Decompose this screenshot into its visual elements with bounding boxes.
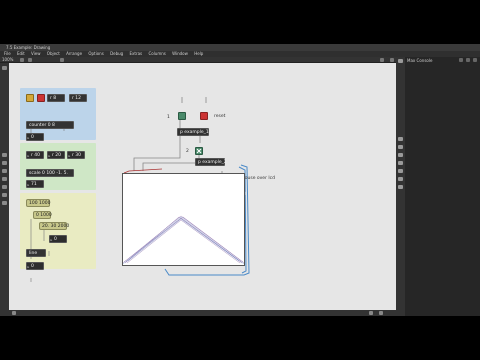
number-icon[interactable] xyxy=(2,193,7,197)
help-icon[interactable] xyxy=(398,145,403,149)
message-100-1000[interactable]: 100 1000 xyxy=(26,199,50,207)
menu-help[interactable]: Help xyxy=(194,51,203,56)
number-r30[interactable]: r 30 xyxy=(67,151,85,160)
filter-icon[interactable] xyxy=(466,58,470,62)
reset-button[interactable] xyxy=(200,112,208,120)
toggle-1[interactable] xyxy=(178,112,186,120)
menu-extras[interactable]: Extras xyxy=(130,51,143,56)
clue-icon[interactable] xyxy=(398,161,403,165)
menu-window[interactable]: Window xyxy=(172,51,188,56)
debug-icon[interactable] xyxy=(398,177,403,181)
message-0-1000[interactable]: 0 1000 xyxy=(33,211,52,219)
message-20-30-2000[interactable]: 20. 30 2000 xyxy=(39,222,69,230)
bang-red[interactable] xyxy=(37,94,45,102)
console-panel: Max Console xyxy=(405,57,480,316)
menu-edit[interactable]: Edit xyxy=(17,51,25,56)
toggle-label-2: 2 xyxy=(186,149,189,154)
console-icon[interactable] xyxy=(398,153,403,157)
slider-icon[interactable] xyxy=(2,201,7,205)
line-number[interactable]: 0 xyxy=(49,235,67,244)
counter-object[interactable]: counter 0 8 xyxy=(26,121,74,129)
close-panel-icon[interactable] xyxy=(473,58,477,62)
p-example-1[interactable]: p example_1 xyxy=(177,128,209,136)
lcd-drawing xyxy=(122,215,245,265)
lock-status-icon[interactable] xyxy=(12,311,16,315)
grid-status-icon[interactable] xyxy=(369,311,373,315)
reset-label: reset xyxy=(214,114,226,119)
info-icon[interactable] xyxy=(398,137,403,141)
search-panel-icon[interactable] xyxy=(398,169,403,173)
menu-arrange[interactable]: Arrange xyxy=(66,51,82,56)
p-example-2[interactable]: p example_2 xyxy=(195,158,227,166)
presentation-icon[interactable] xyxy=(28,58,32,62)
toggle-icon[interactable] xyxy=(2,185,7,189)
scale-object[interactable]: scale 0 100 -1. 5. xyxy=(26,169,74,177)
snap-status-icon[interactable] xyxy=(379,311,383,315)
grid-icon[interactable] xyxy=(60,58,64,62)
menu-columns[interactable]: Columns xyxy=(148,51,165,56)
menu-file[interactable]: File xyxy=(4,51,11,56)
sidebar-toggle-icon[interactable] xyxy=(390,58,394,62)
window-titlebar: 7.5 Example: Drawing xyxy=(0,44,480,51)
menu-view[interactable]: View xyxy=(31,51,41,56)
patcher-canvas[interactable]: 1 reset p example_1 2 p example_2 3 Drag… xyxy=(9,63,396,310)
console-header: Max Console xyxy=(407,58,433,63)
line-object[interactable]: line xyxy=(26,249,46,257)
max-window: 7.5 Example: Drawing File Edit View Obje… xyxy=(0,44,480,316)
menu-options[interactable]: Options xyxy=(88,51,103,56)
lock-tool-icon[interactable] xyxy=(2,66,7,70)
lcd-display[interactable] xyxy=(122,173,245,266)
line-output-number[interactable]: 0 xyxy=(26,262,44,271)
bang-yellow[interactable] xyxy=(26,94,34,102)
inspector-icon[interactable] xyxy=(398,185,403,189)
number-r20[interactable]: r 20 xyxy=(47,151,65,160)
new-message-icon[interactable] xyxy=(2,161,7,165)
menu-debug[interactable]: Debug xyxy=(110,51,123,56)
number-r40[interactable]: r 40 xyxy=(26,151,44,160)
lock-icon[interactable] xyxy=(20,58,24,62)
button-icon[interactable] xyxy=(2,177,7,181)
sidebar-icon[interactable] xyxy=(398,59,403,63)
search-icon[interactable] xyxy=(380,58,384,62)
menu-object[interactable]: Object xyxy=(47,51,60,56)
new-comment-icon[interactable] xyxy=(2,169,7,173)
sub-object-2[interactable]: r 12 xyxy=(69,94,87,102)
status-bar xyxy=(9,310,396,316)
right-toolbar xyxy=(396,57,405,316)
scale-number[interactable]: 71 xyxy=(26,180,44,189)
x-icon xyxy=(196,148,202,154)
counter-number[interactable]: 0 xyxy=(26,133,44,142)
toggle-2[interactable] xyxy=(195,147,203,155)
toggle-label-1: 1 xyxy=(167,115,170,120)
sub-object-1[interactable]: r 8 xyxy=(47,94,65,102)
left-toolbar xyxy=(0,63,9,316)
clear-console-icon[interactable] xyxy=(459,58,463,62)
new-object-icon[interactable] xyxy=(2,153,7,157)
window-title: 7.5 Example: Drawing xyxy=(6,45,51,50)
